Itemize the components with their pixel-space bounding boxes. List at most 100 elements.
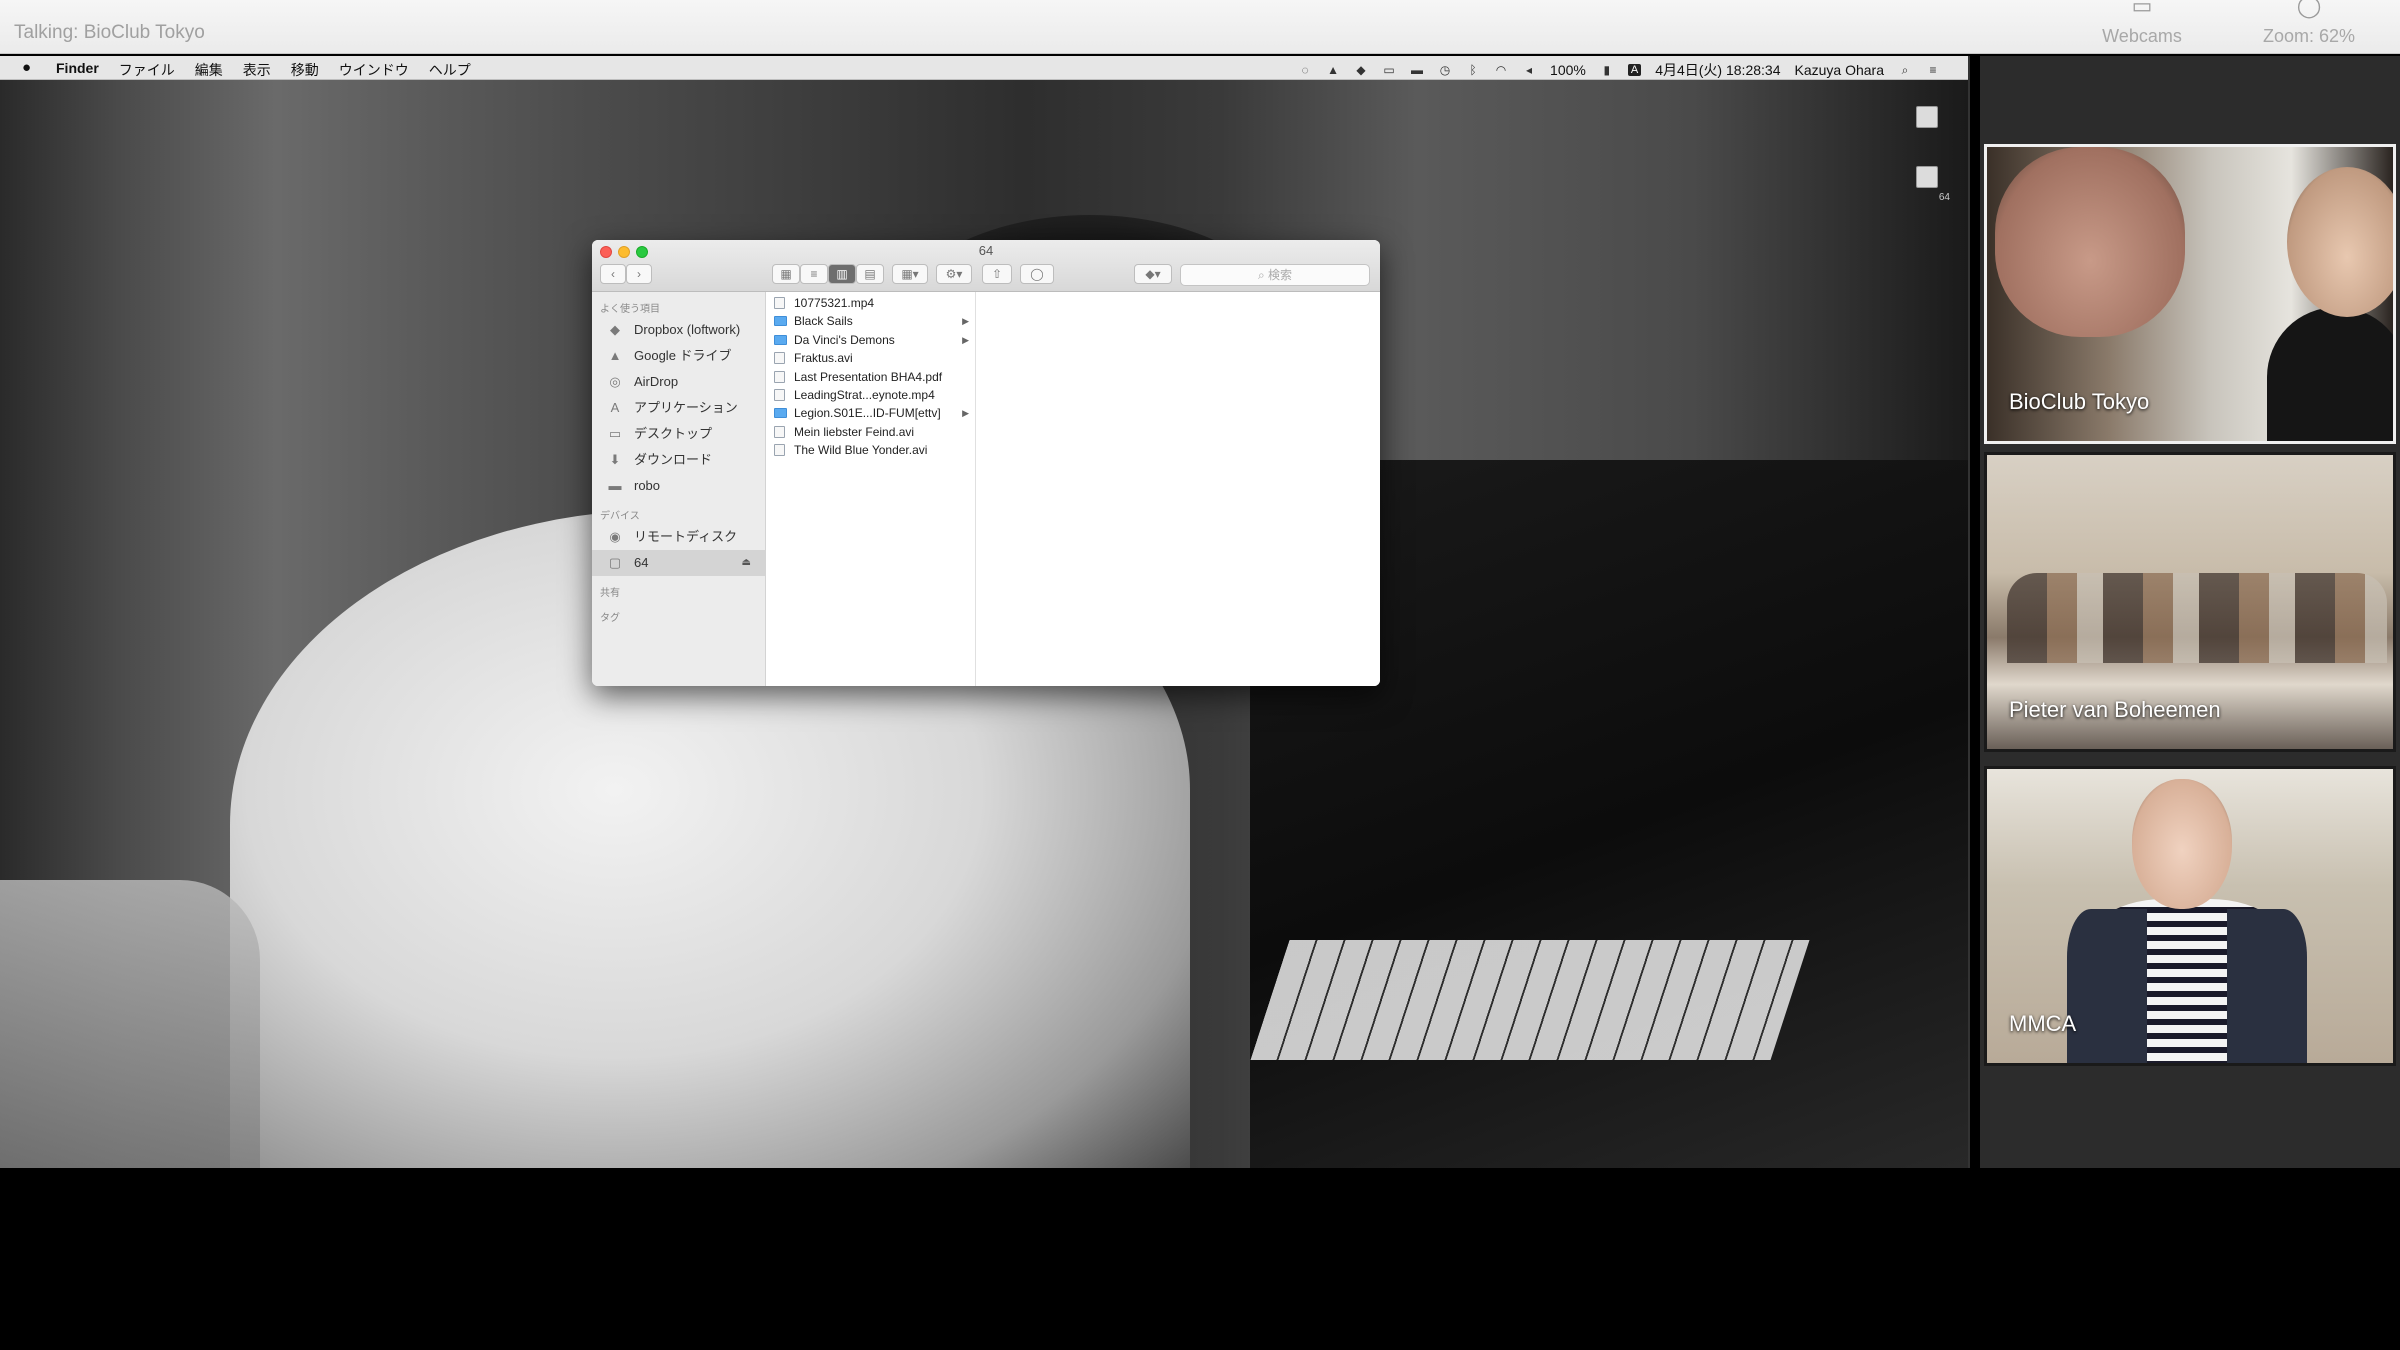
- sidebar-item-label: AirDrop: [634, 374, 679, 389]
- wallpaper-piano-keys: [1250, 940, 1810, 1060]
- menu-file[interactable]: ファイル: [119, 60, 175, 80]
- chevron-right-icon: ▶: [962, 408, 969, 419]
- sidebar-item-remote-disc[interactable]: ◉ リモートディスク: [592, 524, 765, 550]
- participant-coat: [2227, 909, 2307, 1063]
- sidebar-item-robo[interactable]: ▬ robo: [592, 473, 765, 499]
- video-tile-pieter-van-boheemen[interactable]: Pieter van Boheemen: [1984, 452, 2396, 752]
- file-name: Fraktus.avi: [794, 351, 853, 366]
- eject-icon[interactable]: ⏏: [742, 550, 751, 576]
- input-source[interactable]: A: [1627, 64, 1642, 76]
- back-button[interactable]: ‹: [600, 264, 626, 284]
- menu-edit[interactable]: 編集: [195, 60, 223, 80]
- desktop-file-icon[interactable]: [1916, 106, 1938, 128]
- share-button[interactable]: ⇧: [982, 264, 1012, 284]
- downloads-icon: ⬇: [609, 452, 621, 467]
- finder-column-files: 10775321.mp4 Black Sails ▶ Da Vinci's Dem…: [766, 292, 1049, 686]
- action-button[interactable]: ⚙▾: [936, 264, 972, 284]
- sidebar-item-applications[interactable]: A アプリケーション: [592, 395, 765, 421]
- participant-name: Pieter van Boheemen: [2009, 697, 2221, 722]
- forward-button[interactable]: ›: [626, 264, 652, 284]
- tags-button[interactable]: ◯: [1020, 264, 1054, 284]
- list-item[interactable]: Fraktus.avi: [766, 349, 975, 367]
- sidebar-item-label: Dropbox (loftwork): [634, 322, 741, 337]
- list-view-button[interactable]: ≡: [800, 264, 828, 284]
- battery-percent[interactable]: 100%: [1550, 62, 1586, 78]
- icon-view-button[interactable]: ▦: [772, 264, 800, 284]
- menu-help[interactable]: ヘルプ: [429, 60, 471, 80]
- display-icon[interactable]: ▭: [1382, 63, 1396, 77]
- menu-view[interactable]: 表示: [243, 60, 271, 80]
- file-name: Black Sails: [794, 314, 853, 329]
- menu-window[interactable]: ウインドウ: [339, 60, 409, 80]
- camera-icon: ▭: [2131, 0, 2153, 18]
- list-item[interactable]: LeadingStrat...eynote.mp4: [766, 386, 975, 404]
- wifi-icon[interactable]: ◠: [1494, 63, 1508, 77]
- gallery-view-button[interactable]: ▤: [856, 264, 884, 284]
- zoom-toolbar: Talking: BioClub Tokyo ▭ Webcams ◯ Zoom:…: [0, 0, 2400, 54]
- airdrop-icon: ◎: [609, 374, 621, 389]
- list-item[interactable]: Last Presentation BHA4.pdf: [766, 368, 975, 386]
- dropbox-toolbar-button[interactable]: ◆▾: [1134, 264, 1172, 284]
- list-item[interactable]: The Wild Blue Yonder.avi: [766, 441, 975, 459]
- list-item[interactable]: Legion.S01E...ID-FUM[ettv] ▶: [766, 404, 975, 422]
- time-machine-icon[interactable]: ◷: [1438, 63, 1452, 77]
- apple-menu-icon[interactable]: ●: [22, 59, 31, 76]
- menubar-clock[interactable]: 4月4日(火) 18:28:34: [1655, 60, 1780, 80]
- sidebar-item-desktop[interactable]: ▭ デスクトップ: [592, 421, 765, 447]
- column-view-button[interactable]: ▥: [828, 264, 856, 284]
- menu-go[interactable]: 移動: [291, 60, 319, 80]
- search-placeholder: 検索: [1268, 268, 1293, 282]
- printer-icon[interactable]: ▬: [1410, 63, 1424, 77]
- zoom-level-label: Zoom: 62%: [2262, 26, 2356, 46]
- remote-disc-icon: ◉: [609, 529, 621, 544]
- file-name: Last Presentation BHA4.pdf: [794, 369, 943, 384]
- desktop-disk-icon[interactable]: [1916, 166, 1938, 188]
- status-app-icon[interactable]: ◌: [1298, 63, 1312, 77]
- menu-finder[interactable]: Finder: [56, 60, 99, 80]
- google-drive-icon[interactable]: ▲: [1326, 63, 1340, 77]
- search-icon: ⌕: [1257, 268, 1269, 282]
- video-tile-bioclub-tokyo[interactable]: BioClub Tokyo: [1984, 144, 2396, 444]
- sidebar-item-label: デスクトップ: [634, 426, 713, 441]
- zoom-level-button[interactable]: ◯ Zoom: 62%: [2244, 0, 2374, 54]
- finder-window: 64 ‹ › ▦ ≡ ▥ ▤ ▦▾ ⚙▾ ⇧ ◯ ◆▾ ⌕ 検索 よく使う項目 …: [592, 240, 1380, 686]
- folder-icon: [774, 316, 787, 327]
- list-item[interactable]: Da Vinci's Demons ▶: [766, 331, 975, 349]
- sidebar-item-airdrop[interactable]: ◎ AirDrop: [592, 369, 765, 395]
- arrange-button[interactable]: ▦▾: [892, 264, 928, 284]
- file-icon: [774, 425, 785, 438]
- list-item[interactable]: Black Sails ▶: [766, 312, 975, 330]
- dropbox-icon[interactable]: ◆: [1354, 63, 1368, 77]
- chevron-right-icon: ▶: [962, 316, 969, 327]
- file-name: 10775321.mp4: [794, 296, 875, 310]
- webcams-button[interactable]: ▭ Webcams: [2082, 0, 2202, 54]
- bluetooth-icon[interactable]: ᛒ: [1466, 63, 1480, 77]
- finder-sidebar: よく使う項目 ◆ Dropbox (loftwork) ▲ Google ドライブ …: [592, 292, 766, 686]
- menubar-user[interactable]: Kazuya Ohara: [1795, 62, 1885, 78]
- file-icon: [774, 297, 785, 309]
- mac-menubar: ● Finder ファイル 編集 表示 移動 ウインドウ ヘルプ ◌ ▲ ◆ ▭…: [0, 56, 1968, 80]
- volume-icon[interactable]: ◂: [1522, 63, 1536, 77]
- magnifier-icon: ◯: [2296, 0, 2322, 18]
- chevron-right-icon: ▶: [962, 334, 969, 345]
- search-field[interactable]: ⌕ 検索: [1180, 264, 1370, 286]
- list-item[interactable]: Mein liebster Feind.avi: [766, 423, 975, 441]
- spotlight-icon[interactable]: ⌕: [1898, 63, 1912, 77]
- video-tile-mmca[interactable]: MMCA: [1984, 766, 2396, 1066]
- sidebar-item-label: アプリケーション: [634, 400, 738, 415]
- file-icon: [774, 352, 785, 365]
- webcams-label: Webcams: [2102, 26, 2182, 46]
- finder-column-empty: [976, 292, 1380, 686]
- sidebar-item-64[interactable]: ▢ 64 ⏏: [592, 550, 765, 576]
- finder-titlebar[interactable]: 64 ‹ › ▦ ≡ ▥ ▤ ▦▾ ⚙▾ ⇧ ◯ ◆▾ ⌕ 検索: [592, 240, 1380, 292]
- sidebar-item-google-drive[interactable]: ▲ Google ドライブ: [592, 343, 765, 369]
- drive-icon: ▢: [608, 555, 622, 570]
- notification-center-icon[interactable]: ≡: [1926, 63, 1940, 77]
- list-item[interactable]: 10775321.mp4: [766, 294, 975, 312]
- sidebar-item-downloads[interactable]: ⬇ ダウンロード: [592, 447, 765, 473]
- sidebar-item-dropbox[interactable]: ◆ Dropbox (loftwork): [592, 317, 765, 343]
- participant-face: [2287, 167, 2393, 317]
- sidebar-item-label: ダウンロード: [634, 452, 713, 467]
- battery-icon[interactable]: ▮: [1600, 63, 1614, 77]
- file-icon: [774, 370, 785, 383]
